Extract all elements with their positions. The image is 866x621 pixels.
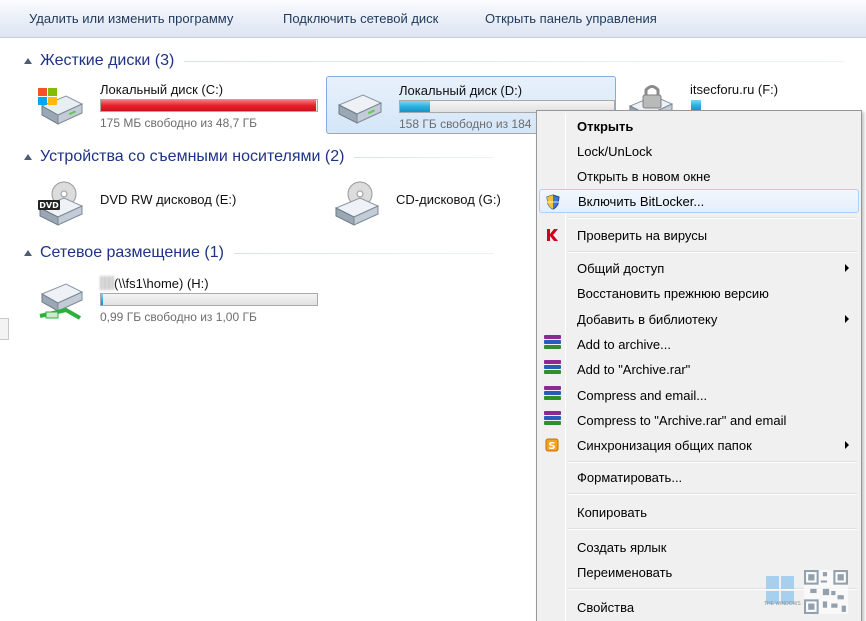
menu-item-add-to-library[interactable]: Добавить в библиотеку [539,307,859,331]
menu-item-restore-version[interactable]: Восстановить прежнюю версию [539,281,859,305]
kaspersky-icon [547,229,558,241]
svg-text:S: S [548,441,555,452]
winrar-icon [544,335,561,353]
group-title: Устройства со съемными носителями (2) [40,148,345,165]
drive-usage-bar [100,99,318,112]
menu-item-compress-to-archive-email[interactable]: Compress to "Archive.rar" and email [539,408,859,432]
drive-usage-fill [400,101,430,112]
open-control-panel-button[interactable]: Открыть панель управления [485,11,657,26]
drive-c-tile[interactable]: Локальный диск (C:) 175 МБ свободно из 4… [28,76,318,134]
dvd-drive-icon: DVD [38,181,84,226]
collapse-triangle-icon[interactable] [24,154,32,160]
menu-item-create-shortcut[interactable]: Создать ярлык [539,535,859,559]
menu-item-compress-email[interactable]: Compress and email... [539,383,859,407]
drive-name: CD-дисковод (G:) [396,192,501,207]
blurred-share-name [100,276,114,290]
winrar-icon [544,360,561,378]
menu-separator [568,251,857,253]
menu-item-lock-unlock[interactable]: Lock/UnLock [539,139,859,163]
drive-name: DVD RW дисковод (E:) [100,192,237,207]
menu-item-open-new-window[interactable]: Открыть в новом окне [539,164,859,188]
menu-separator [568,528,857,530]
submenu-arrow-icon [845,264,849,272]
network-drive-icon [39,283,84,320]
menu-item-format[interactable]: Форматировать... [539,465,859,489]
menu-item-add-to-archive[interactable]: Add to archive... [539,332,859,356]
windows-drive-icon [38,88,84,125]
group-header-removable[interactable]: Устройства со съемными носителями (2) [24,146,495,168]
drive-free-space: 175 МБ свободно из 48,7 ГБ [100,116,257,130]
uninstall-program-button[interactable]: Удалить или изменить программу [29,11,233,26]
submenu-arrow-icon [845,441,849,449]
drive-free-space: 0,99 ГБ свободно из 1,00 ГБ [100,310,257,324]
watermark-caption: THE WINDOWS [764,601,801,607]
group-divider [354,156,495,158]
command-bar: Удалить или изменить программу Подключит… [0,0,866,38]
cd-drive-icon [334,181,380,226]
menu-separator [568,493,857,495]
drive-name: (\\fs1\home) (H:) [114,276,209,291]
menu-item-sharing[interactable]: Общий доступ [539,256,859,280]
svg-text:DVD: DVD [39,201,59,210]
navigation-pane-edge[interactable] [0,318,9,340]
drive-usage-fill [101,294,104,305]
map-network-drive-button[interactable]: Подключить сетевой диск [283,11,438,26]
menu-item-copy[interactable]: Копировать [539,500,859,524]
menu-item-scan-viruses[interactable]: Проверить на вирусы [539,223,859,247]
winrar-icon [544,411,561,429]
menu-separator [568,461,857,463]
collapse-triangle-icon[interactable] [24,58,32,64]
drive-name: itsecforu.ru (F:) [690,82,779,97]
winrar-icon [544,386,561,404]
collapse-triangle-icon[interactable] [24,250,32,256]
qr-code-icon [804,570,848,614]
drive-h-tile[interactable]: (\\fs1\home) (H:) 0,99 ГБ свободно из 1,… [28,270,318,328]
menu-item-bitlocker[interactable]: Включить BitLocker... [539,189,859,213]
group-title: Жесткие диски (3) [40,52,175,69]
context-menu: Открыть Lock/UnLock Открыть в новом окне… [536,110,862,621]
group-divider [184,60,845,62]
drive-name: Локальный диск (D:) [399,83,523,98]
group-divider [233,252,494,254]
menu-item-add-to-archive-rar[interactable]: Add to "Archive.rar" [539,357,859,381]
sync-icon: S [545,438,559,452]
menu-separator [568,217,857,219]
drive-usage-bar [100,293,318,306]
watermark: THE WINDOWS [764,570,862,616]
drive-name: Локальный диск (C:) [100,82,224,97]
menu-item-open[interactable]: Открыть [539,114,859,138]
menu-item-sync-shared-folders[interactable]: S Синхронизация общих папок [539,433,859,457]
drive-free-space: 158 ГБ свободно из 184 [399,117,532,131]
drive-icon [337,94,383,124]
drive-usage-fill [101,100,317,111]
group-header-network[interactable]: Сетевое размещение (1) [24,242,494,264]
drive-e-tile[interactable]: DVD DVD RW дисковод (E:) [28,174,318,232]
group-header-hard-drives[interactable]: Жесткие диски (3) [24,50,845,72]
group-title: Сетевое размещение (1) [40,244,224,261]
shield-icon [546,194,560,210]
submenu-arrow-icon [845,315,849,323]
